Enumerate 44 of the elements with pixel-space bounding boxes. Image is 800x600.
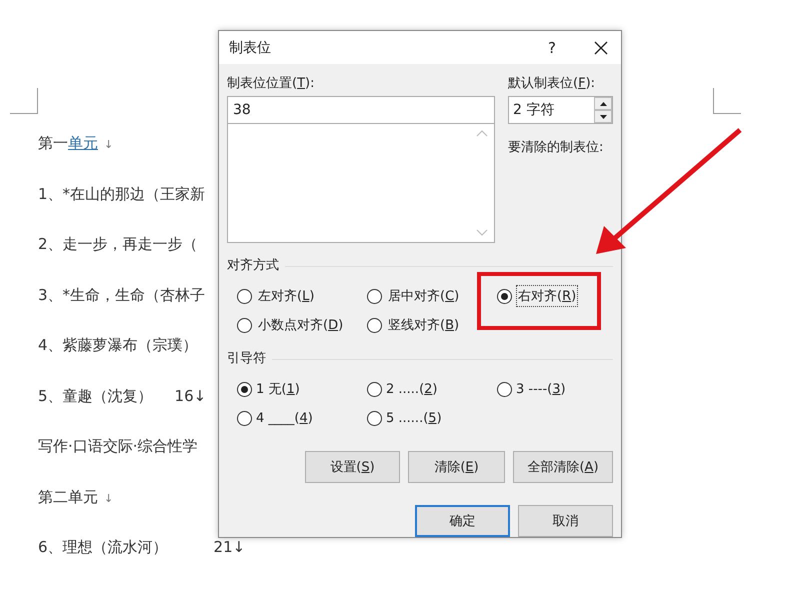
ok-button[interactable]: 确定 [415,505,510,537]
field-label: 默认制表位(F): [508,75,596,93]
dialog-button[interactable]: 清除(E) [408,451,505,483]
paragraph-mark: ↓ [104,137,114,153]
cancel-button[interactable]: 取消 [518,505,613,537]
tab-position-field[interactable]: 38 [227,96,495,124]
leader-radio[interactable]: 2 .....(2) [367,378,497,400]
dialog-title: 制表位 [229,38,272,56]
field-label: 制表位位置(T): [227,75,316,93]
dialog-button[interactable]: 设置(S) [305,451,400,483]
decrement-button[interactable] [594,110,612,123]
document-line: 6、理想（流水河） [38,539,168,555]
document-line: 5、童趣（沈复） [38,388,153,404]
group-title: 引导符 [227,350,266,368]
help-button[interactable]: ? [537,38,567,56]
page-corner-mark [10,88,38,114]
document-heading: 第一单元 [38,135,98,151]
default-tab-spinner[interactable]: 2 字符 [508,96,613,124]
document-line: 4、紫藤萝瀑布（宗璞） [38,337,198,353]
alignment-radio[interactable]: 居中对齐(C) [367,285,497,307]
default-tab-input[interactable]: 2 字符 [509,97,594,123]
document-line: 写作·口语交际·综合性学 [38,438,198,454]
page-corner-mark [713,88,741,114]
alignment-radio[interactable]: 小数点对齐(D) [237,314,367,336]
alignment-radio[interactable]: 左对齐(L) [237,285,367,307]
leader-radio[interactable]: 5 ......(5) [367,407,497,429]
leader-radio[interactable]: 4 ____(4) [237,407,367,429]
document-line: 3、*生命，生命（杏林子 [38,286,206,302]
alignment-radio[interactable]: 竖线对齐(B) [367,314,497,336]
down-triangle-icon [600,114,606,118]
dialog-button[interactable]: 全部清除(A) [513,451,613,483]
clear-tabs-label: 要清除的制表位: [508,139,604,156]
document-line: 第二单元 [38,488,98,504]
document-line: 2、走一步，再走一步（ [38,236,198,252]
page-number: 16↓ [174,388,206,404]
page-number: 21↓ [214,539,246,555]
up-triangle-icon [600,102,606,106]
paragraph-mark: ↓ [104,490,114,506]
increment-button[interactable] [594,97,612,110]
document-line: 1、*在山的那边（王家新 [38,186,206,202]
group-title: 对齐方式 [227,257,279,275]
leader-radio[interactable]: 3 ----(3) [497,378,627,400]
leader-radio[interactable]: 1 无(1) [237,378,367,400]
alignment-radio[interactable]: 右对齐(R) [497,285,627,307]
